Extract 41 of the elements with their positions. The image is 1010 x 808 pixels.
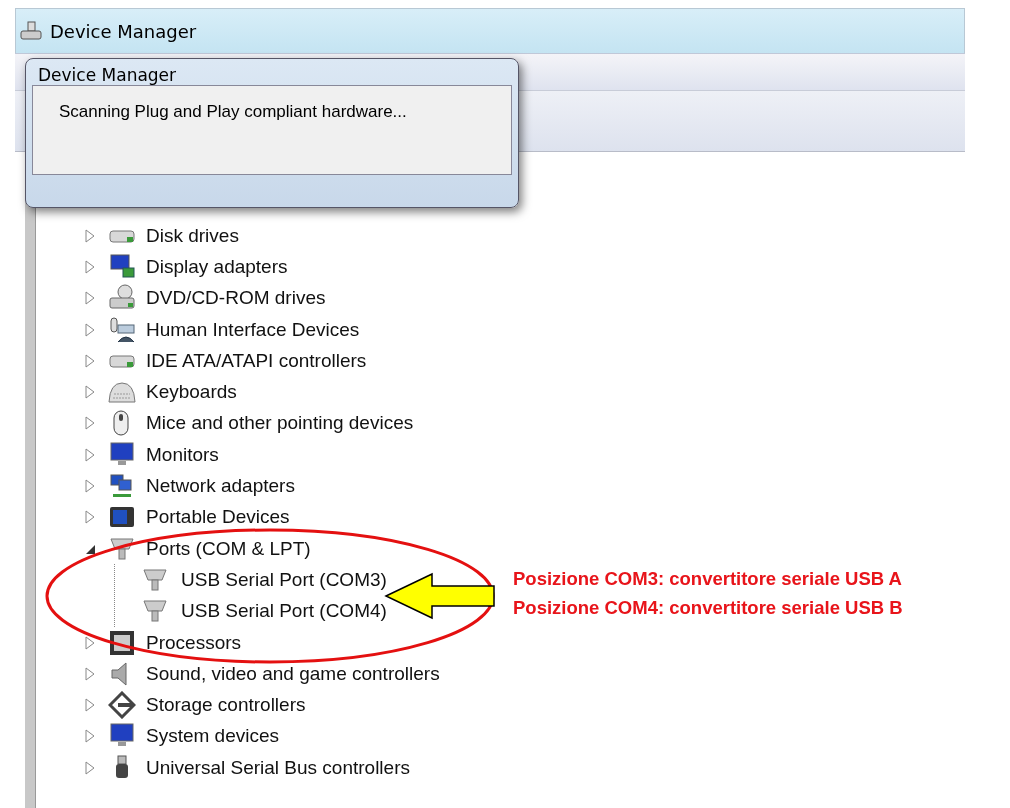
expand-arrow-icon[interactable] — [84, 447, 96, 462]
storage-icon — [108, 691, 136, 720]
expand-arrow-icon[interactable] — [84, 510, 96, 525]
expand-arrow-icon[interactable] — [84, 416, 96, 431]
expand-arrow-icon[interactable] — [84, 760, 96, 775]
expand-arrow-icon[interactable] — [84, 635, 96, 650]
tree-item[interactable]: Keyboards — [144, 380, 239, 405]
tree-item[interactable]: Storage controllers — [144, 693, 308, 718]
tree-item[interactable]: Processors — [144, 630, 244, 655]
tree-item[interactable]: Portable Devices — [144, 505, 292, 530]
expand-arrow-icon[interactable] — [84, 353, 96, 368]
tree-item[interactable]: Monitors — [144, 442, 221, 467]
expand-arrow-icon[interactable] — [84, 729, 96, 744]
dialog-title: Device Manager — [37, 64, 178, 87]
tree-item[interactable]: Network adapters — [144, 474, 297, 498]
window-title: Device Manager — [50, 20, 197, 42]
expand-arrow-icon[interactable] — [84, 291, 96, 306]
dialog-message: Scanning Plug and Play compliant hardware... — [59, 102, 407, 121]
annotation-text: Posizione COM3: convertitore seriale USB A — [513, 568, 903, 590]
expand-arrow-icon[interactable] — [84, 259, 96, 274]
tree-item[interactable]: Mice and other pointing devices — [144, 411, 416, 436]
tree-item[interactable]: USB Serial Port (COM4) — [179, 599, 389, 624]
expand-arrow-icon[interactable] — [84, 228, 96, 243]
tree-item[interactable]: Disk drives — [144, 223, 241, 248]
tree-item[interactable]: Universal Serial Bus controllers — [144, 755, 412, 780]
tree-item[interactable]: System devices — [144, 724, 282, 749]
expand-arrow-icon[interactable] — [84, 385, 96, 400]
computer-icon — [20, 21, 42, 41]
tree-item[interactable]: Ports (COM & LPT) — [144, 536, 313, 561]
tree-item[interactable]: IDE ATA/ATAPI controllers — [144, 348, 369, 373]
tree-item[interactable]: USB Serial Port (COM3) — [179, 567, 389, 592]
expand-arrow-icon[interactable] — [84, 666, 96, 681]
monitor-icon — [108, 252, 136, 281]
expand-arrow-icon[interactable] — [84, 322, 96, 337]
expand-arrow-icon[interactable] — [84, 698, 96, 713]
tree-item[interactable]: Sound, video and game controllers — [144, 661, 442, 686]
expand-arrow-icon[interactable] — [84, 479, 96, 493]
annotation-text: Posizione COM4: convertitore seriale USB B — [513, 597, 903, 619]
tree-item[interactable]: DVD/CD-ROM drives — [144, 286, 328, 311]
tree-item[interactable]: Display adapters — [144, 254, 290, 279]
tree-item[interactable]: Human Interface Devices — [144, 317, 362, 342]
